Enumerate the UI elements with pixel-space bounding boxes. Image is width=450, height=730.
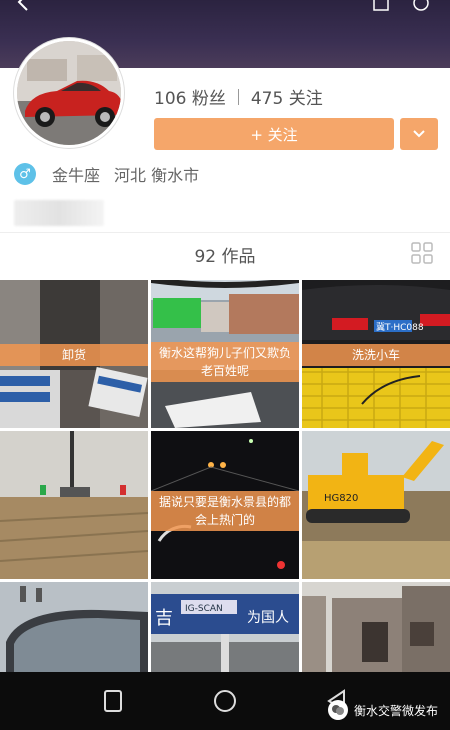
watermark-text: 衡水交警微发布 bbox=[353, 703, 438, 718]
work-tile[interactable]: HG820 bbox=[302, 431, 450, 579]
follow-button[interactable]: + 关注 bbox=[154, 118, 394, 150]
following-count[interactable]: 475 关注 bbox=[251, 84, 323, 109]
work-tile[interactable]: 衡水这帮狗儿子们又欺负老百姓呢 bbox=[151, 280, 299, 428]
expand-recommend-button[interactable] bbox=[400, 118, 438, 150]
followers-count[interactable]: 106 粉丝 bbox=[154, 84, 226, 109]
chevron-down-icon bbox=[413, 130, 425, 138]
profile-info-row: ♂ 金牛座 河北 衡水市 bbox=[14, 162, 199, 186]
sign-text-left: 吉 bbox=[155, 608, 173, 629]
work-tile[interactable]: 冀T·HC088 洗洗小车 bbox=[302, 280, 450, 428]
divider bbox=[237, 88, 239, 105]
male-gender-icon: ♂ bbox=[14, 163, 36, 185]
location-label: 河北 衡水市 bbox=[114, 166, 200, 185]
sign-top-text: IG-SCAN bbox=[185, 604, 223, 614]
work-tile[interactable]: 吉 为国人 IG-SCAN bbox=[151, 582, 299, 672]
village-house-thumbnail bbox=[302, 582, 450, 672]
home-icon[interactable] bbox=[212, 688, 238, 714]
drilling-site-thumbnail bbox=[0, 431, 148, 579]
zodiac-label: 金牛座 bbox=[52, 166, 101, 185]
more-options-icon[interactable] bbox=[412, 0, 430, 12]
work-tile[interactable] bbox=[302, 582, 450, 672]
work-tile[interactable] bbox=[0, 582, 148, 672]
excavator-thumbnail: HG820 bbox=[302, 431, 450, 579]
system-nav-bar: 衡水交警微发布 bbox=[0, 672, 450, 730]
toll-gate-thumbnail: 吉 为国人 IG-SCAN bbox=[151, 582, 299, 672]
follow-counts: 106 粉丝 475 关注 bbox=[154, 84, 323, 109]
work-tile[interactable]: 卸货 bbox=[0, 280, 148, 428]
license-plate-text: 冀T·HC088 bbox=[376, 321, 424, 333]
wechat-logo-icon bbox=[327, 700, 348, 720]
share-icon[interactable] bbox=[372, 0, 390, 12]
excavator-label: HG820 bbox=[324, 493, 358, 504]
avatar[interactable] bbox=[14, 38, 124, 148]
work-tile[interactable] bbox=[0, 431, 148, 579]
tile-caption: 据说只要是衡水景县的都会上热门的 bbox=[151, 491, 299, 531]
works-count: 92 作品 bbox=[194, 247, 256, 267]
tile-caption: 洗洗小车 bbox=[302, 344, 450, 366]
recent-apps-icon[interactable] bbox=[100, 688, 126, 714]
side-mirror-thumbnail bbox=[0, 582, 148, 672]
blurred-bio bbox=[14, 200, 104, 226]
tile-caption: 卸货 bbox=[0, 344, 148, 366]
back-arrow-icon[interactable] bbox=[14, 0, 34, 12]
watermark: 衡水交警微发布 bbox=[327, 700, 438, 720]
tile-caption: 衡水这帮狗儿子们又欺负老百姓呢 bbox=[151, 342, 299, 382]
grid-view-icon[interactable] bbox=[410, 241, 434, 265]
red-car-avatar-image bbox=[17, 41, 121, 145]
works-grid: 卸货 衡水这帮狗儿子们又欺负老百姓呢 冀T·HC088 洗洗小车 据说只要是衡水… bbox=[0, 280, 450, 672]
work-tile[interactable]: 据说只要是衡水景县的都会上热门的 bbox=[151, 431, 299, 579]
sign-text: 为国人 bbox=[247, 610, 289, 626]
works-bar: 92 作品 bbox=[0, 232, 450, 272]
